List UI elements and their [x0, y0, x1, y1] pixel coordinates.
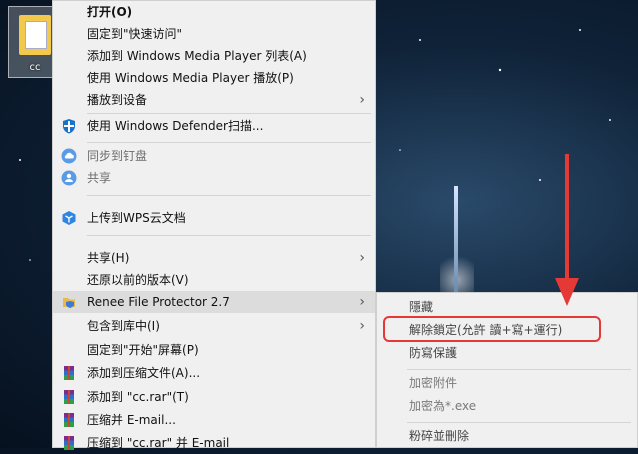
windows-defender-icon	[63, 119, 75, 134]
menu-item-label: 使用 Windows Defender扫描...	[87, 119, 264, 133]
annotation-arrow	[555, 154, 579, 306]
menu-item-label: 压缩并 E-mail...	[87, 413, 176, 427]
annotation-highlight-box	[383, 316, 601, 342]
submenu-item-write-protect[interactable]: 防寫保護	[377, 342, 637, 364]
submenu-item-shred-delete[interactable]: 粉碎並刪除	[377, 425, 637, 447]
chevron-right-icon: ›	[359, 318, 365, 334]
menu-item-compress-email[interactable]: 压缩并 E-mail...	[53, 409, 375, 431]
submenu-item-hide[interactable]: 隱藏	[377, 296, 637, 318]
cloud-sync-icon	[61, 148, 77, 164]
menu-separator	[87, 113, 371, 114]
menu-item-pin-quick-access[interactable]: 固定到"快速访问"	[53, 23, 375, 45]
submenu-item-label: 粉碎並刪除	[409, 429, 470, 443]
menu-item-label: 添加到 Windows Media Player 列表(A)	[87, 49, 307, 63]
winrar-icon	[64, 436, 74, 450]
menu-item-add-to-archive[interactable]: 添加到压缩文件(A)...	[53, 362, 375, 384]
winrar-icon	[64, 413, 74, 427]
menu-item-label: 上传到WPS云文档	[87, 211, 186, 225]
menu-item-add-wmp-list[interactable]: 添加到 Windows Media Player 列表(A)	[53, 45, 375, 67]
menu-item-add-to-cc-rar[interactable]: 添加到 "cc.rar"(T)	[53, 386, 375, 408]
submenu-item-label: 加密為*.exe	[409, 399, 477, 413]
menu-item-label: 使用 Windows Media Player 播放(P)	[87, 71, 294, 85]
submenu-separator	[407, 422, 631, 423]
chevron-right-icon: ›	[359, 250, 365, 266]
menu-item-defender-scan[interactable]: 使用 Windows Defender扫描...	[53, 115, 375, 137]
menu-item-label: 添加到压缩文件(A)...	[87, 366, 201, 380]
chevron-right-icon: ›	[359, 92, 365, 108]
submenu-item-encrypt-exe[interactable]: 加密為*.exe	[377, 395, 637, 417]
menu-item-play-wmp[interactable]: 使用 Windows Media Player 播放(P)	[53, 67, 375, 89]
context-menu: 打开(O) 固定到"快速访问" 添加到 Windows Media Player…	[52, 0, 376, 450]
menu-item-label: 添加到 "cc.rar"(T)	[87, 390, 189, 404]
menu-item-label: 固定到"开始"屏幕(P)	[87, 343, 199, 357]
wps-cloud-icon	[62, 211, 76, 225]
menu-item-pin-to-start[interactable]: 固定到"开始"屏幕(P)	[53, 339, 375, 361]
submenu-item-label: 防寫保護	[409, 346, 458, 360]
menu-item-upload-wps[interactable]: 上传到WPS云文档	[53, 207, 375, 229]
folder-icon	[19, 15, 51, 55]
submenu-item-label: 加密附件	[409, 376, 458, 390]
menu-item-renee-file-protector[interactable]: Renee File Protector 2.7 ›	[53, 291, 375, 313]
menu-item-label: 包含到库中(I)	[87, 319, 160, 333]
menu-item-compress-cc-rar-email[interactable]: 压缩到 "cc.rar" 并 E-mail	[53, 432, 375, 454]
menu-item-sync-dingpan[interactable]: 同步到钉盘	[53, 145, 375, 167]
menu-item-label: 打开(O)	[87, 5, 133, 19]
winrar-icon	[64, 366, 74, 380]
share-person-icon	[61, 170, 77, 186]
menu-separator	[87, 142, 371, 143]
menu-separator	[87, 195, 371, 196]
winrar-icon	[64, 390, 74, 404]
menu-item-label: Renee File Protector 2.7	[87, 295, 230, 309]
menu-item-label: 共享	[87, 171, 112, 185]
menu-item-share-disabled[interactable]: 共享	[53, 167, 375, 189]
submenu-item-encrypt-attachment[interactable]: 加密附件	[377, 372, 637, 394]
menu-item-include-in-library[interactable]: 包含到库中(I) ›	[53, 315, 375, 337]
menu-item-label: 播放到设备	[87, 93, 148, 107]
menu-item-label: 同步到钉盘	[87, 149, 148, 163]
menu-item-open[interactable]: 打开(O)	[53, 1, 375, 23]
menu-item-label: 还原以前的版本(V)	[87, 273, 189, 287]
menu-item-cast-to-device[interactable]: 播放到设备 ›	[53, 89, 375, 111]
menu-item-label: 固定到"快速访问"	[87, 27, 183, 41]
menu-item-restore-versions[interactable]: 还原以前的版本(V)	[53, 269, 375, 291]
chevron-right-icon: ›	[359, 294, 365, 310]
menu-item-label: 共享(H)	[87, 251, 130, 265]
menu-separator	[87, 235, 371, 236]
menu-item-share[interactable]: 共享(H) ›	[53, 247, 375, 269]
submenu-separator	[407, 369, 631, 370]
renee-file-protector-icon	[63, 298, 75, 308]
submenu-item-label: 隱藏	[409, 300, 434, 314]
